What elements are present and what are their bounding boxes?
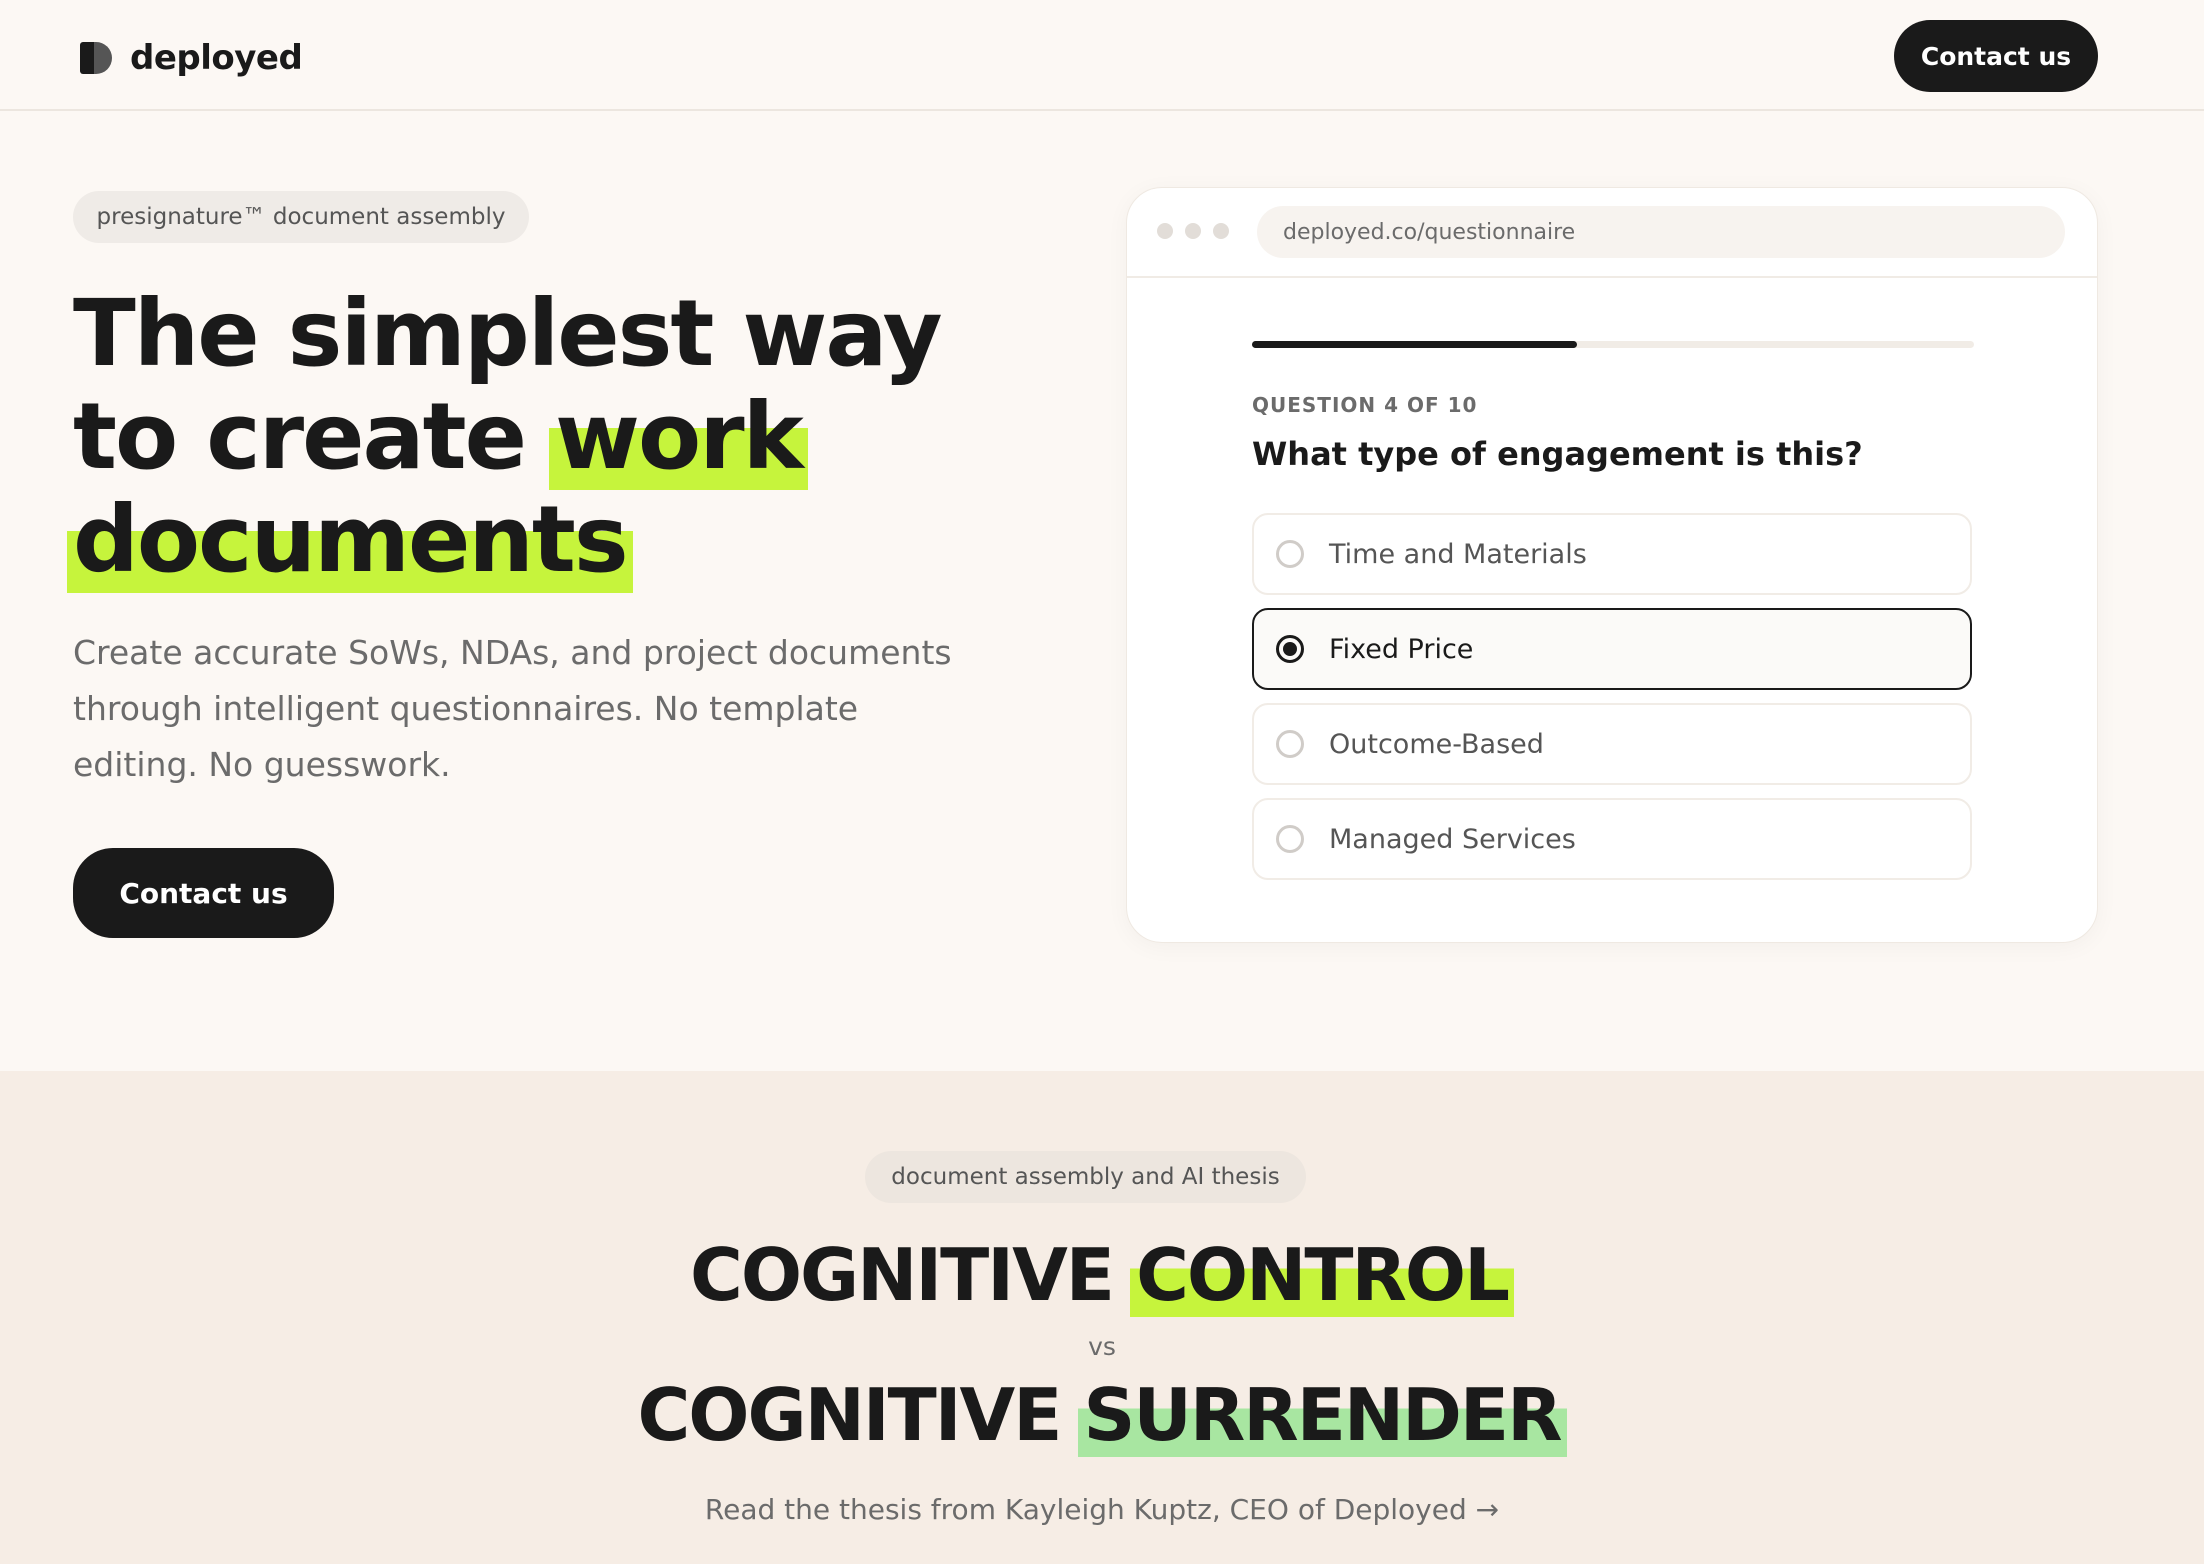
radio-icon: [1276, 730, 1304, 758]
option-time-and-materials[interactable]: Time and Materials: [1252, 513, 1972, 595]
thesis-word: COGNITIVE: [637, 1373, 1062, 1457]
hero-title-text: The simplest way to create: [73, 280, 943, 490]
question-text: What type of engagement is this?: [1252, 435, 1863, 473]
thesis-vs: vs: [1088, 1332, 1116, 1361]
option-label: Managed Services: [1329, 823, 1576, 855]
hero-title: The simplest way to create work documents: [67, 280, 1073, 593]
site-header: deployed Contact us: [0, 0, 2204, 111]
progress-fill: [1252, 341, 1577, 348]
hero-contact-button[interactable]: Contact us: [73, 848, 334, 938]
brand-name: deployed: [130, 38, 303, 78]
header-contact-button[interactable]: Contact us: [1894, 20, 2098, 92]
window-dot-icon: [1157, 223, 1173, 239]
window-dot-icon: [1213, 223, 1229, 239]
radio-icon: [1276, 825, 1304, 853]
question-counter: QUESTION 4 OF 10: [1252, 393, 1478, 417]
window-dot-icon: [1185, 223, 1201, 239]
hero-title-highlight-work: work: [549, 383, 808, 490]
hero-badge: presignature™ document assembly: [73, 191, 529, 243]
option-managed-services[interactable]: Managed Services: [1252, 798, 1972, 880]
option-label: Outcome-Based: [1329, 728, 1544, 760]
progress-bar: [1252, 341, 1974, 348]
brand-logo[interactable]: deployed: [80, 38, 303, 78]
radio-icon: [1276, 540, 1304, 568]
option-label: Time and Materials: [1329, 538, 1587, 570]
thesis-badge: document assembly and AI thesis: [865, 1151, 1306, 1203]
thesis-link[interactable]: Read the thesis from Kayleigh Kuptz, CEO…: [0, 1493, 2204, 1526]
hero-title-highlight-documents: documents: [67, 486, 633, 593]
browser-bar: deployed.co/questionnaire: [1127, 188, 2097, 278]
logo-icon: [80, 42, 112, 74]
hero-subtitle: Create accurate SoWs, NDAs, and project …: [73, 633, 952, 784]
address-bar[interactable]: deployed.co/questionnaire: [1257, 206, 2065, 258]
option-label: Fixed Price: [1329, 633, 1474, 665]
thesis-line-surrender: COGNITIVE SURRENDER: [0, 1373, 2204, 1457]
thesis-line-control: COGNITIVE CONTROL: [0, 1233, 2204, 1317]
radio-selected-icon: [1276, 635, 1304, 663]
option-fixed-price[interactable]: Fixed Price: [1252, 608, 1972, 690]
option-outcome-based[interactable]: Outcome-Based: [1252, 703, 1972, 785]
thesis-highlight-control: CONTROL: [1130, 1233, 1515, 1317]
questionnaire-card: deployed.co/questionnaire QUESTION 4 OF …: [1126, 187, 2098, 943]
thesis-section: document assembly and AI thesis COGNITIV…: [0, 1071, 2204, 1564]
thesis-highlight-surrender: SURRENDER: [1077, 1373, 1567, 1457]
thesis-word: COGNITIVE: [689, 1233, 1115, 1317]
